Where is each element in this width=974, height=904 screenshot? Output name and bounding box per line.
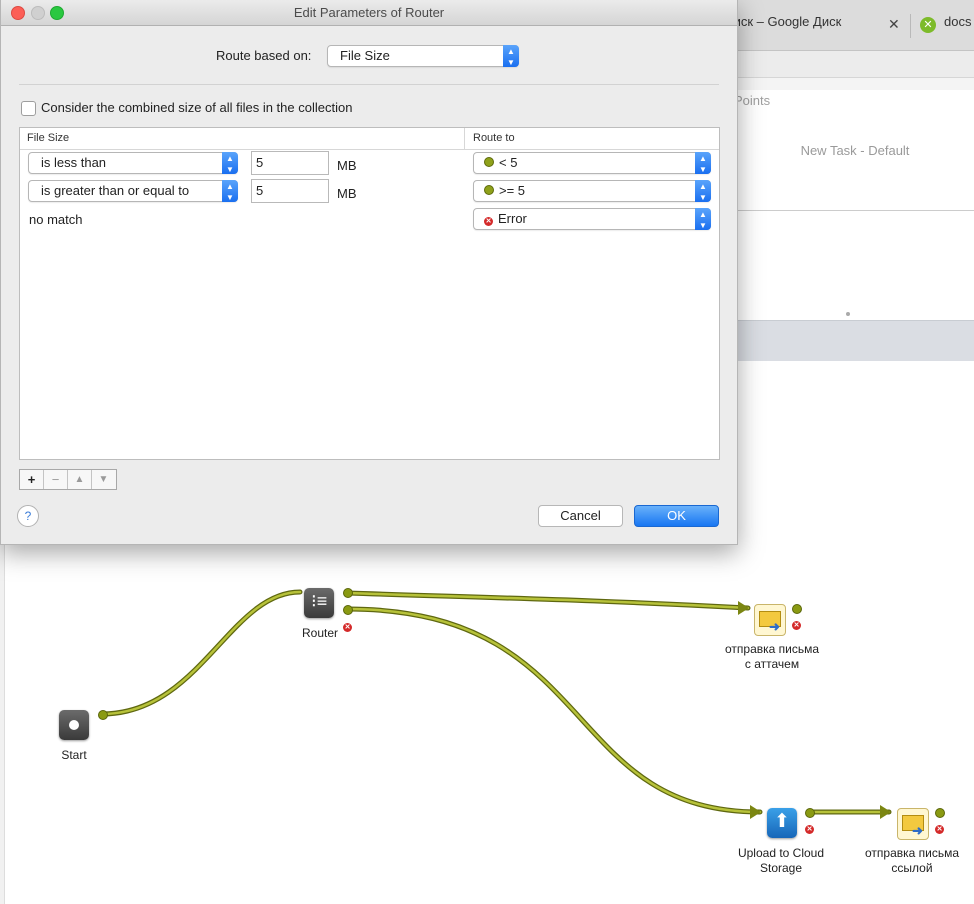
tab-close-icon[interactable]: ✕ <box>888 16 900 33</box>
consider-combined-size-label[interactable]: Consider the combined size of all files … <box>41 100 352 115</box>
column-header-file-size[interactable]: File Size <box>27 132 69 144</box>
route-based-on-select[interactable]: File Size ▲ ▼ <box>327 45 519 67</box>
row-2-condition-value: is greater than or equal to <box>41 183 190 198</box>
row-1-route-value: < 5 <box>499 155 518 170</box>
router-node-icon[interactable]: ⁝≡ <box>304 588 334 618</box>
upload-node-label: Upload to Cloud Storage <box>737 846 825 875</box>
no-match-route-value: Error <box>498 211 527 226</box>
dialog-title: Edit Parameters of Router <box>293 5 445 20</box>
tab-separator <box>910 14 911 38</box>
popup-arrows-icon: ▲ ▼ <box>695 152 711 174</box>
move-down-button[interactable]: ▼ <box>92 470 115 489</box>
consider-combined-size-checkbox[interactable] <box>21 101 36 116</box>
row-2-route-select[interactable]: >= 5 ▲ ▼ <box>473 180 711 202</box>
route-based-on-label: Route based on: <box>216 48 312 63</box>
row-2-size-input[interactable]: 5 <box>251 179 329 203</box>
move-up-button[interactable]: ▲ <box>68 470 92 489</box>
mail-attach-node-label: отправка письма с аттачем <box>724 642 820 671</box>
table-header: File Size Route to <box>20 128 719 150</box>
popup-arrows-icon: ▲ ▼ <box>222 152 238 174</box>
splitter-handle[interactable] <box>846 312 850 316</box>
connector-router-upload <box>344 606 763 815</box>
left-panel-edge <box>0 545 5 904</box>
mail-link-node-icon[interactable]: ➜ <box>897 808 929 840</box>
popup-arrows-icon: ▲ ▼ <box>222 180 238 202</box>
upload-output-port-icon[interactable] <box>805 808 815 818</box>
panel-header <box>736 320 974 361</box>
routing-rules-table: File Size Route to is less than ▲ ▼ 5 MB … <box>19 127 720 460</box>
connector-router-mail <box>344 590 751 611</box>
green-port-icon <box>484 185 494 195</box>
popup-arrows-icon: ▲ ▼ <box>503 45 519 67</box>
mail-link-node-label: отправка письма ссылой <box>864 846 960 875</box>
row-1-size-input[interactable]: 5 <box>251 151 329 175</box>
browser-tab-google-drive[interactable]: диск – Google Диск <box>726 14 841 29</box>
connector-start-router <box>99 589 303 717</box>
mail-attach-output-port-icon[interactable] <box>792 604 802 614</box>
router-output-port-2-icon[interactable] <box>343 605 353 615</box>
mail-link-output-port-icon[interactable] <box>935 808 945 818</box>
no-match-route-select[interactable]: ✕ Error ▲ ▼ <box>473 208 711 230</box>
mail-attach-error-port-icon[interactable]: ✕ <box>792 621 801 630</box>
row-button-group: + − ▲ ▼ <box>19 469 117 490</box>
start-node-icon[interactable] <box>59 710 89 740</box>
task-title-panel: New Task - Default <box>736 140 974 211</box>
mail-attach-node-icon[interactable]: ➜ <box>754 604 786 636</box>
row-1-size-value: 5 <box>256 155 264 170</box>
points-label: Points <box>734 93 771 108</box>
dialog-titlebar[interactable]: Edit Parameters of Router <box>1 0 737 26</box>
row-2-route-value: >= 5 <box>499 183 526 198</box>
separator <box>19 84 719 85</box>
upload-error-port-icon[interactable]: ✕ <box>805 825 814 834</box>
column-header-route-to[interactable]: Route to <box>473 132 515 144</box>
row-2-size-value: 5 <box>256 183 264 198</box>
help-button[interactable]: ? <box>17 505 39 527</box>
row-1-condition-value: is less than <box>41 155 107 170</box>
popup-arrows-icon: ▲ ▼ <box>695 208 711 230</box>
row-1-unit-label: MB <box>337 158 357 173</box>
start-node-label: Start <box>61 748 87 762</box>
start-output-port-icon[interactable] <box>98 710 108 720</box>
router-output-port-1-icon[interactable] <box>343 588 353 598</box>
no-match-label: no match <box>29 212 83 227</box>
cloud-upload-node-icon[interactable]: ⬆ <box>767 808 797 838</box>
cancel-button[interactable]: Cancel <box>538 505 623 527</box>
edit-router-dialog: Edit Parameters of Router Route based on… <box>0 0 738 545</box>
row-1-condition-select[interactable]: is less than ▲ ▼ <box>28 152 238 174</box>
add-row-button[interactable]: + <box>20 470 44 489</box>
mail-link-error-port-icon[interactable]: ✕ <box>935 825 944 834</box>
popup-arrows-icon: ▲ ▼ <box>695 180 711 202</box>
router-node-label: Router <box>301 626 339 640</box>
ok-button[interactable]: OK <box>634 505 719 527</box>
row-1-route-select[interactable]: < 5 ▲ ▼ <box>473 152 711 174</box>
tab-favicon-icon: ✕ <box>920 17 936 33</box>
route-based-on-value: File Size <box>340 48 390 63</box>
green-port-icon <box>484 157 494 167</box>
task-title: New Task - Default <box>800 143 910 158</box>
browser-tab-docs[interactable]: docs <box>944 14 971 29</box>
error-icon: ✕ <box>484 217 493 226</box>
column-divider[interactable] <box>464 128 465 149</box>
row-2-condition-select[interactable]: is greater than or equal to ▲ ▼ <box>28 180 238 202</box>
remove-row-button[interactable]: − <box>44 470 68 489</box>
row-2-unit-label: MB <box>337 186 357 201</box>
